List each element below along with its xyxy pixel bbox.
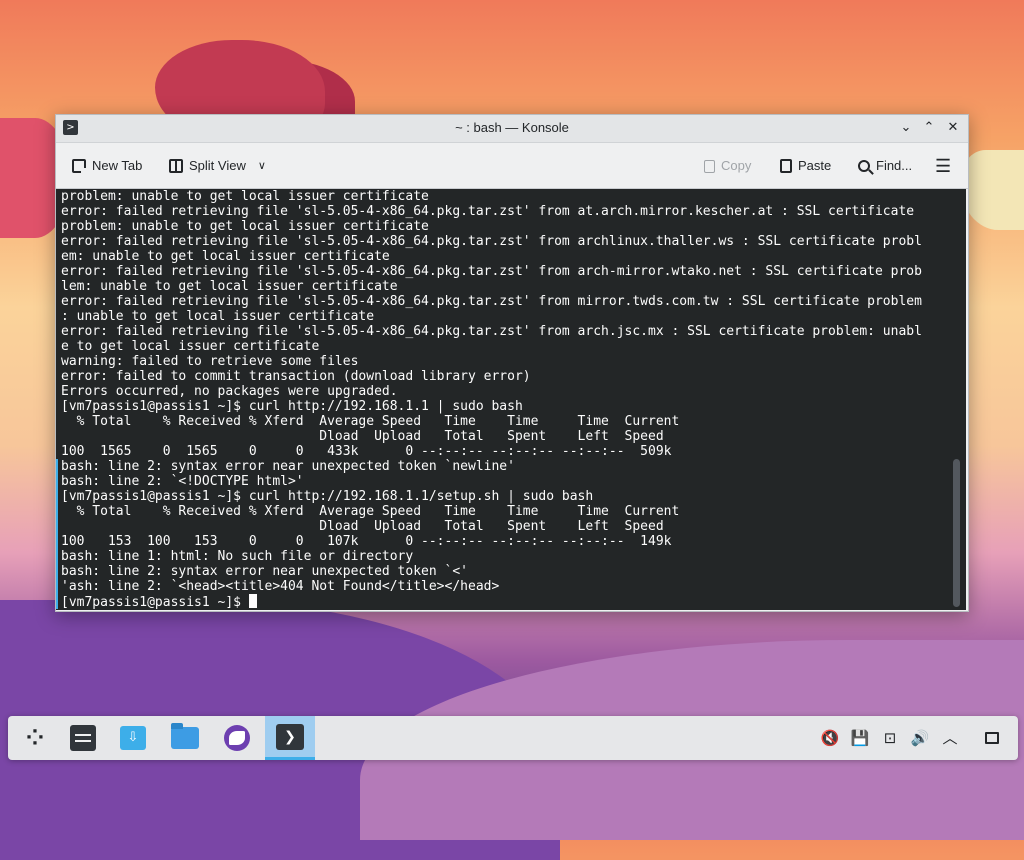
terminal-line: error: failed retrieving file 'sl-5.05-4… — [61, 204, 915, 219]
terminal-line: e to get local issuer certificate — [61, 339, 320, 354]
show-desktop-button[interactable] — [982, 728, 1002, 748]
terminal-output: problem: unable to get local issuer cert… — [61, 189, 951, 610]
find-button[interactable]: Find... — [858, 156, 912, 176]
terminal-line: error: failed to commit transaction (dow… — [61, 369, 531, 384]
copy-button[interactable]: Copy — [704, 156, 751, 176]
terminal-icon: ❯ — [276, 723, 304, 750]
terminal-line: bash: line 2: `<!DOCTYPE html>' — [61, 474, 304, 489]
terminal-line: warning: failed to retrieve some files — [61, 354, 359, 369]
browser-taskbar-button[interactable] — [220, 721, 254, 755]
terminal-line: bash: line 2: syntax error near unexpect… — [61, 459, 515, 474]
file-manager-taskbar-button[interactable] — [168, 721, 202, 755]
paste-button[interactable]: Paste — [780, 156, 831, 176]
show-desktop-icon — [985, 732, 999, 744]
new-tab-icon — [72, 159, 89, 176]
new-tab-label: New Tab — [92, 158, 143, 173]
terminal-line: problem: unable to get local issuer cert… — [61, 189, 429, 204]
konsole-taskbar-button[interactable]: ❯ — [265, 716, 315, 760]
terminal-line: error: failed retrieving file 'sl-5.05-4… — [61, 324, 922, 339]
maximize-button[interactable]: ⌃ — [920, 119, 938, 137]
terminal-line: [vm7passis1@passis1 ~]$ curl http://192.… — [61, 399, 523, 414]
title-bar[interactable]: > ~ : bash — Konsole ⌄ ⌃ ✕ — [56, 115, 968, 143]
terminal-line: bash: line 1: html: No such file or dire… — [61, 549, 414, 564]
split-view-button[interactable]: Split View ∨ — [169, 156, 266, 176]
new-tab-button[interactable]: New Tab — [72, 156, 142, 176]
network-icon[interactable]: ⊡ — [880, 728, 900, 748]
terminal-line: [vm7passis1@passis1 ~]$ — [61, 594, 951, 610]
app-launcher-icon[interactable]: ⁘ — [18, 721, 52, 755]
taskbar: ⁘ ⇩ ❯ 🔇 💾 ⊡ 🔊 ︿ — [8, 716, 1018, 760]
chevron-down-icon[interactable]: ∨ — [258, 156, 266, 176]
window-title: ~ : bash — Konsole — [455, 120, 569, 135]
terminal-line: % Total % Received % Xferd Average Speed… — [61, 414, 680, 429]
terminal-line: error: failed retrieving file 'sl-5.05-4… — [61, 264, 922, 279]
mute-icon[interactable]: 🔇 — [820, 728, 840, 748]
hamburger-menu-button[interactable]: ☰ — [935, 156, 951, 176]
terminal-line: error: failed retrieving file 'sl-5.05-4… — [61, 294, 922, 309]
split-view-label: Split View — [189, 158, 246, 173]
terminal-line: Errors occurred, no packages were upgrad… — [61, 384, 398, 399]
focus-accent — [56, 459, 58, 609]
terminal-line: problem: unable to get local issuer cert… — [61, 219, 429, 234]
save-icon[interactable]: 💾 — [850, 728, 870, 748]
scrollbar[interactable] — [953, 459, 960, 607]
folder-icon — [171, 723, 199, 749]
toolbar: New Tab Split View ∨ Copy Paste Find... … — [56, 143, 968, 189]
discover-icon: ⇩ — [120, 726, 146, 750]
text-cursor — [248, 594, 257, 608]
terminal-line: [vm7passis1@passis1 ~]$ curl http://192.… — [61, 489, 594, 504]
copy-label: Copy — [721, 158, 752, 173]
copy-icon — [704, 159, 715, 173]
konsole-window: > ~ : bash — Konsole ⌄ ⌃ ✕ New Tab Split… — [55, 114, 969, 612]
system-settings-taskbar-button[interactable] — [66, 721, 100, 755]
find-label: Find... — [876, 158, 913, 173]
close-button[interactable]: ✕ — [944, 119, 962, 137]
terminal-line: Dload Upload Total Spent Left Speed — [61, 429, 664, 444]
terminal-line: em: unable to get local issuer certifica… — [61, 249, 390, 264]
terminal-line: % Total % Received % Xferd Average Speed… — [61, 504, 680, 519]
discover-taskbar-button[interactable]: ⇩ — [116, 721, 150, 755]
settings-icon — [70, 725, 96, 751]
chevron-up-icon[interactable]: ︿ — [940, 728, 960, 748]
volume-icon[interactable]: 🔊 — [910, 728, 930, 748]
terminal-line: lem: unable to get local issuer certific… — [61, 279, 398, 294]
split-view-icon — [169, 159, 183, 173]
wallpaper-branch — [960, 150, 1024, 230]
terminal-line: : unable to get local issuer certificate — [61, 309, 375, 324]
terminal-line: bash: line 2: syntax error near unexpect… — [61, 564, 468, 579]
terminal-line: 100 1565 0 1565 0 0 433k 0 --:--:-- --:-… — [61, 444, 672, 459]
search-icon — [858, 160, 870, 172]
terminal-view[interactable]: problem: unable to get local issuer cert… — [56, 189, 966, 610]
paste-label: Paste — [798, 158, 832, 173]
terminal-line: Dload Upload Total Spent Left Speed — [61, 519, 664, 534]
terminal-line: 100 153 100 153 0 0 107k 0 --:--:-- --:-… — [61, 534, 672, 549]
terminal-line: 'ash: line 2: `<head><title>404 Not Foun… — [61, 579, 500, 594]
terminal-line: error: failed retrieving file 'sl-5.05-4… — [61, 234, 922, 249]
paste-icon — [780, 159, 792, 173]
browser-icon — [224, 725, 250, 751]
minimize-button[interactable]: ⌄ — [897, 119, 915, 137]
